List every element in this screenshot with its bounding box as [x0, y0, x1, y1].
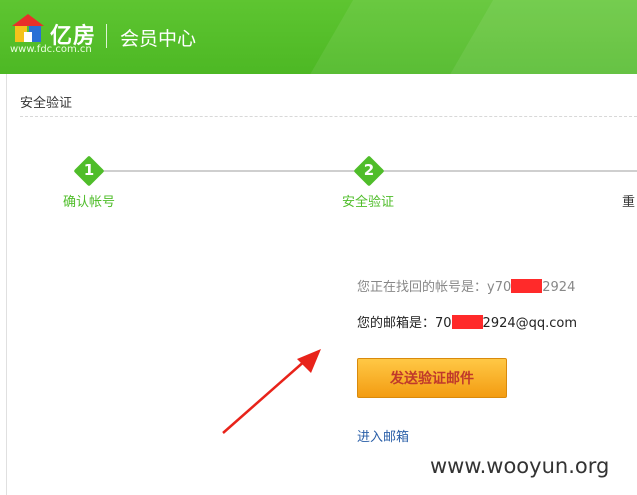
email-prefix: 您的邮箱是：70 [357, 316, 452, 331]
account-prefix: 您正在找回的帐号是：y70 [357, 280, 512, 295]
house-logo-icon[interactable] [10, 12, 46, 44]
step-connector [100, 170, 360, 172]
header-bar: 亿房 www.fdc.com.cn 会员中心 [0, 0, 637, 74]
enter-mailbox-link[interactable]: 进入邮箱 [357, 426, 409, 445]
header-subtitle: 会员中心 [120, 28, 197, 50]
email-info: 您的邮箱是：70 2924@qq.com [357, 312, 577, 331]
step-2-number: 2 [363, 161, 375, 179]
redaction-mark [511, 279, 543, 293]
redaction-mark [451, 315, 483, 329]
step-connector [380, 170, 637, 172]
step-2-label: 安全验证 [342, 195, 395, 210]
account-suffix: 2924 [542, 280, 576, 295]
account-info: 您正在找回的帐号是：y70 2924 [357, 276, 575, 295]
watermark: www.wooyun.org [430, 454, 610, 478]
send-verification-email-button[interactable]: 发送验证邮件 [357, 358, 507, 398]
step-1-label: 确认帐号 [63, 195, 116, 210]
title-divider [20, 116, 637, 117]
step-1-number: 1 [83, 161, 95, 179]
red-arrow-annotation [222, 349, 321, 434]
step-3-label: 重 [622, 195, 636, 210]
header-divider [106, 24, 107, 48]
brand-domain: www.fdc.com.cn [10, 44, 92, 55]
page-title: 安全验证 [20, 96, 73, 111]
email-suffix: 2924@qq.com [482, 316, 578, 331]
